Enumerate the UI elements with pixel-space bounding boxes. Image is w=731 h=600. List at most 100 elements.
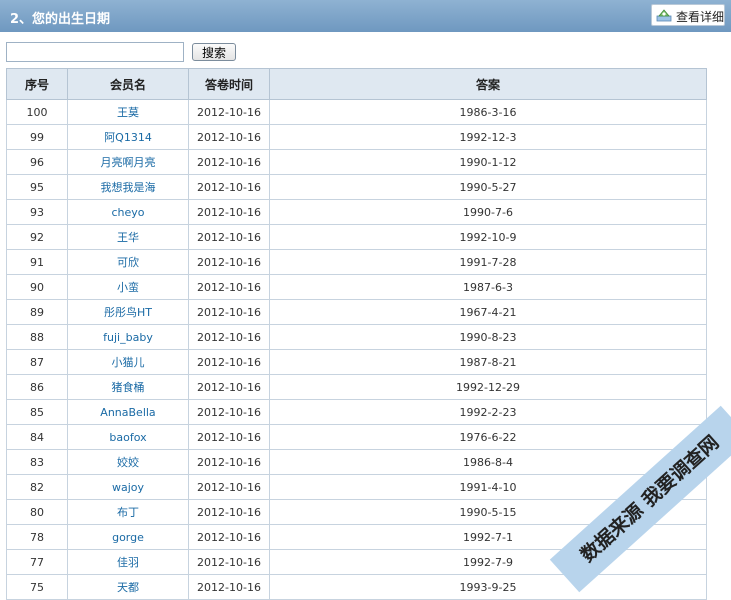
answer-time-cell: 2012-10-16 (188, 449, 270, 475)
table-row: 100 王莫 2012-10-16 1986-3-16 (6, 99, 707, 125)
answer-time-cell: 2012-10-16 (188, 249, 270, 275)
member-name-link[interactable]: 彤彤鸟HT (104, 306, 152, 319)
answer-value-cell: 1992-2-23 (269, 399, 707, 425)
answer-value-cell: 1992-10-9 (269, 224, 707, 250)
answer-time-cell: 2012-10-16 (188, 574, 270, 600)
answer-value-cell: 1986-3-16 (269, 99, 707, 125)
answer-time-cell: 2012-10-16 (188, 299, 270, 325)
member-name-link-cell: fuji_baby (67, 324, 189, 350)
member-name-link-cell: 王莫 (67, 99, 189, 125)
answer-time-cell: 2012-10-16 (188, 524, 270, 550)
answer-value-cell: 1991-7-28 (269, 249, 707, 275)
member-name-link-cell: 小猫儿 (67, 349, 189, 375)
row-id-cell: 89 (6, 299, 68, 325)
section-header: 2、您的出生日期 查看详细 (0, 0, 731, 32)
member-name-link-cell: 姣姣 (67, 449, 189, 475)
member-name-link[interactable]: 月亮啊月亮 (101, 156, 156, 169)
answer-time-cell: 2012-10-16 (188, 149, 270, 175)
table-row: 89 彤彤鸟HT 2012-10-16 1967-4-21 (6, 299, 707, 325)
answer-time-cell: 2012-10-16 (188, 499, 270, 525)
member-name-link[interactable]: 阿Q1314 (104, 131, 152, 144)
answer-time-cell: 2012-10-16 (188, 99, 270, 125)
search-input[interactable] (6, 42, 184, 62)
column-header-answer: 答案 (269, 68, 707, 100)
row-id-cell: 86 (6, 374, 68, 400)
table-row: 84 baofox 2012-10-16 1976-6-22 (6, 424, 707, 450)
member-name-link[interactable]: fuji_baby (103, 331, 153, 344)
answer-value-cell: 1987-6-3 (269, 274, 707, 300)
row-id-cell: 78 (6, 524, 68, 550)
question-title: 2、您的出生日期 (10, 12, 111, 27)
row-id-cell: 90 (6, 274, 68, 300)
member-name-link[interactable]: gorge (112, 531, 144, 544)
row-id-cell: 100 (6, 99, 68, 125)
table-row: 93 cheyo 2012-10-16 1990-7-6 (6, 199, 707, 225)
member-name-link[interactable]: 小猫儿 (112, 356, 145, 369)
row-id-cell: 93 (6, 199, 68, 225)
member-name-link[interactable]: 我想我是海 (101, 181, 156, 194)
answer-value-cell: 1992-12-3 (269, 124, 707, 150)
table-row: 99 阿Q1314 2012-10-16 1992-12-3 (6, 124, 707, 150)
row-id-cell: 87 (6, 349, 68, 375)
member-name-link-cell: 月亮啊月亮 (67, 149, 189, 175)
member-name-link[interactable]: 布丁 (117, 506, 139, 519)
member-name-link-cell: 彤彤鸟HT (67, 299, 189, 325)
answer-value-cell: 1993-9-25 (269, 574, 707, 600)
member-name-link-cell: cheyo (67, 199, 189, 225)
details-icon (656, 9, 672, 22)
answer-value-cell: 1976-6-22 (269, 424, 707, 450)
table-row: 86 猪食桶 2012-10-16 1992-12-29 (6, 374, 707, 400)
member-name-link-cell: 天都 (67, 574, 189, 600)
table-row: 91 可欣 2012-10-16 1991-7-28 (6, 249, 707, 275)
answer-time-cell: 2012-10-16 (188, 349, 270, 375)
member-name-link-cell: 可欣 (67, 249, 189, 275)
table-row: 95 我想我是海 2012-10-16 1990-5-27 (6, 174, 707, 200)
member-name-link[interactable]: 王莫 (117, 106, 139, 119)
answer-value-cell: 1992-7-9 (269, 549, 707, 575)
row-id-cell: 92 (6, 224, 68, 250)
member-name-link[interactable]: 佳羽 (117, 556, 139, 569)
answer-time-cell: 2012-10-16 (188, 549, 270, 575)
table-row: 96 月亮啊月亮 2012-10-16 1990-1-12 (6, 149, 707, 175)
member-name-link[interactable]: 猪食桶 (112, 381, 145, 394)
search-button[interactable]: 搜索 (192, 43, 236, 61)
answer-value-cell: 1990-8-23 (269, 324, 707, 350)
member-name-link[interactable]: cheyo (111, 206, 144, 219)
table-row: 82 wajoy 2012-10-16 1991-4-10 (6, 474, 707, 500)
member-name-link-cell: gorge (67, 524, 189, 550)
row-id-cell: 91 (6, 249, 68, 275)
member-name-link[interactable]: 天都 (117, 581, 139, 594)
answer-value-cell: 1990-5-27 (269, 174, 707, 200)
member-name-link[interactable]: 姣姣 (117, 456, 139, 469)
answer-time-cell: 2012-10-16 (188, 274, 270, 300)
member-name-link-cell: 小蛮 (67, 274, 189, 300)
member-name-link[interactable]: AnnaBella (100, 406, 155, 419)
row-id-cell: 85 (6, 399, 68, 425)
member-name-link[interactable]: 小蛮 (117, 281, 139, 294)
row-id-cell: 88 (6, 324, 68, 350)
answer-value-cell: 1967-4-21 (269, 299, 707, 325)
member-name-link[interactable]: wajoy (112, 481, 144, 494)
row-id-cell: 99 (6, 124, 68, 150)
answer-value-cell: 1992-12-29 (269, 374, 707, 400)
view-details-button[interactable]: 查看详细 (651, 4, 725, 26)
member-name-link[interactable]: 王华 (117, 231, 139, 244)
table-row: 92 王华 2012-10-16 1992-10-9 (6, 224, 707, 250)
member-name-link-cell: AnnaBella (67, 399, 189, 425)
member-name-link[interactable]: baofox (109, 431, 146, 444)
member-name-link-cell: 阿Q1314 (67, 124, 189, 150)
table-row: 88 fuji_baby 2012-10-16 1990-8-23 (6, 324, 707, 350)
member-name-link-cell: wajoy (67, 474, 189, 500)
table-row: 87 小猫儿 2012-10-16 1987-8-21 (6, 349, 707, 375)
row-id-cell: 95 (6, 174, 68, 200)
answer-time-cell: 2012-10-16 (188, 399, 270, 425)
answer-time-cell: 2012-10-16 (188, 424, 270, 450)
answer-value-cell: 1986-8-4 (269, 449, 707, 475)
row-id-cell: 84 (6, 424, 68, 450)
answer-time-cell: 2012-10-16 (188, 124, 270, 150)
member-name-link-cell: 王华 (67, 224, 189, 250)
column-header-id: 序号 (6, 68, 68, 100)
answer-value-cell: 1990-1-12 (269, 149, 707, 175)
row-id-cell: 83 (6, 449, 68, 475)
member-name-link[interactable]: 可欣 (117, 256, 139, 269)
